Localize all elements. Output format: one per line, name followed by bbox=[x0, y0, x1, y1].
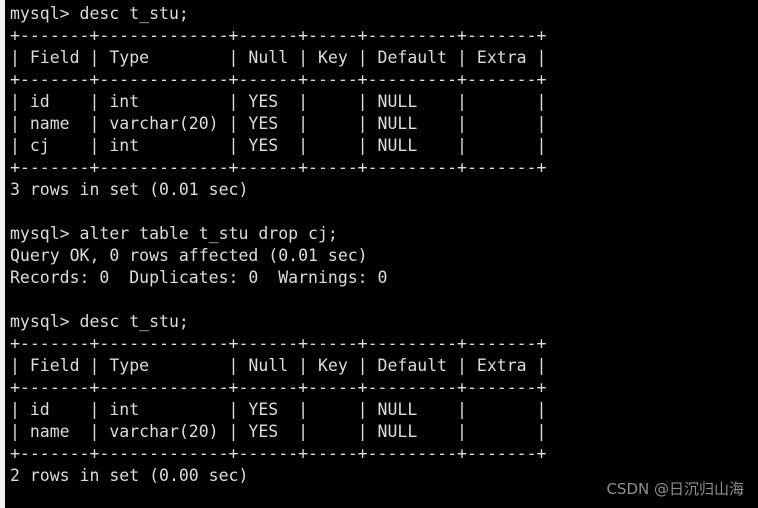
terminal-line: +-------+-------------+------+-----+----… bbox=[10, 158, 547, 177]
terminal-line: | name | varchar(20) | YES | | NULL | | bbox=[10, 422, 547, 441]
terminal-line: +-------+-------------+------+-----+----… bbox=[10, 70, 547, 89]
terminal-line: Query OK, 0 rows affected (0.01 sec) bbox=[10, 246, 368, 265]
terminal-line: | cj | int | YES | | NULL | | bbox=[10, 136, 547, 155]
terminal-line: | id | int | YES | | NULL | | bbox=[10, 400, 547, 419]
terminal-window[interactable]: mysql> desc t_stu; +-------+------------… bbox=[0, 0, 758, 508]
terminal-line: | name | varchar(20) | YES | | NULL | | bbox=[10, 114, 547, 133]
terminal-line: mysql> desc t_stu; bbox=[10, 312, 189, 331]
terminal-line: | Field | Type | Null | Key | Default | … bbox=[10, 356, 547, 375]
terminal-line: mysql> desc t_stu; bbox=[10, 4, 189, 23]
terminal-output-area[interactable]: mysql> desc t_stu; +-------+------------… bbox=[5, 0, 758, 508]
terminal-line: 3 rows in set (0.01 sec) bbox=[10, 180, 249, 199]
terminal-line: Records: 0 Duplicates: 0 Warnings: 0 bbox=[10, 268, 388, 287]
csdn-watermark: CSDN @日沉归山海 bbox=[606, 480, 744, 498]
terminal-line: | id | int | YES | | NULL | | bbox=[10, 92, 547, 111]
terminal-line: +-------+-------------+------+-----+----… bbox=[10, 378, 547, 397]
terminal-line: +-------+-------------+------+-----+----… bbox=[10, 334, 547, 353]
terminal-line: +-------+-------------+------+-----+----… bbox=[10, 26, 547, 45]
terminal-line: +-------+-------------+------+-----+----… bbox=[10, 444, 547, 463]
terminal-line: | Field | Type | Null | Key | Default | … bbox=[10, 48, 547, 67]
terminal-line: mysql> alter table t_stu drop cj; bbox=[10, 224, 338, 243]
